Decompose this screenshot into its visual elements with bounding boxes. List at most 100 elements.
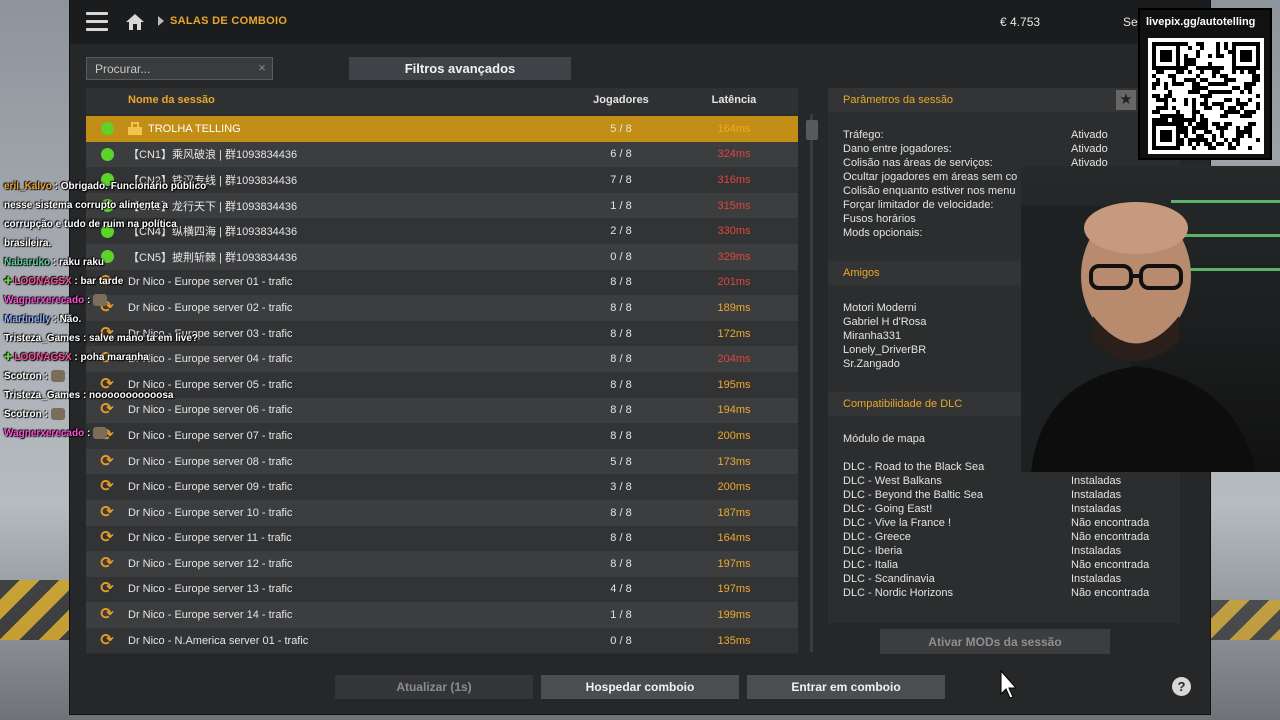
activate-mods-button[interactable]: Ativar MODs da sessão (880, 629, 1110, 654)
scrollbar-thumb[interactable] (806, 120, 818, 140)
table-row[interactable]: ⟳ Dr Nico - Europe server 14 - trafic 1 / … (86, 602, 798, 628)
chat-message: Wagnerxerecado : (4, 427, 108, 441)
dlc-status: Instaladas (1071, 475, 1122, 487)
latency-value: 201ms (717, 276, 751, 289)
table-row[interactable]: 【CN1】乘风破浪 | 群1093834436 6 / 8 324ms (86, 141, 798, 168)
player-count: 8 / 8 (610, 404, 632, 417)
host-convoy-button[interactable]: Hospedar comboio (541, 675, 739, 699)
table-row[interactable]: 【CN3】龙行天下 | 群1093834436 1 / 8 315ms (86, 192, 798, 219)
help-icon[interactable]: ? (1172, 677, 1191, 696)
session-name: Dr Nico - Europe server 12 - trafic (128, 557, 293, 570)
online-status-icon (100, 122, 114, 136)
chat-text: : (87, 428, 91, 439)
chat-text: : nooooooooooosa (82, 390, 174, 401)
advanced-filters-button[interactable]: Filtros avançados (349, 57, 571, 80)
chat-username: LOONAGSX (14, 352, 72, 363)
table-row[interactable]: TROLHA TELLING 5 / 8 164ms (86, 116, 798, 142)
session-params-header: Parâmetros da sessão ★ (828, 88, 1180, 112)
latency-value: 330ms (717, 225, 751, 238)
table-row[interactable]: 【CN4】纵横四海 | 群1093834436 2 / 8 330ms (86, 218, 798, 244)
clear-search-icon[interactable]: × (255, 61, 269, 75)
session-name: 【CN5】披荆斩棘 | 群1093834436 (128, 251, 298, 264)
chat-message: Martinelly : Não. (4, 313, 81, 327)
latency-value: 316ms (717, 173, 751, 186)
table-row[interactable]: ⟳Dr Nico - Europe server 07 - trafic8 / … (86, 423, 798, 449)
table-row[interactable]: ⟳ Dr Nico - Europe server 11 - trafic 8 / … (86, 525, 798, 552)
join-convoy-button[interactable]: Entrar em comboio (747, 675, 945, 699)
latency-value: 164ms (717, 532, 751, 545)
background-hazard-stripe (0, 580, 70, 640)
column-header-name[interactable]: Nome da sessão (128, 94, 215, 106)
chat-text: corrupção e tudo de ruim na política (4, 219, 177, 230)
player-count: 1 / 8 (610, 199, 632, 212)
menu-icon[interactable] (86, 12, 108, 32)
session-rows: TROLHA TELLING 5 / 8 164ms 【CN1】乘风破浪 | 群109… (86, 116, 798, 654)
param-label: Tráfego: (843, 129, 884, 141)
param-label: Ocultar jogadores em áreas sem co (843, 171, 1018, 183)
latency-value: 135ms (717, 634, 751, 647)
section-title: Amigos (843, 267, 880, 279)
scrollbar-track[interactable] (810, 114, 813, 652)
latency-value: 200ms (717, 429, 751, 442)
dlc-item: DLC - Going East! Instaladas (843, 503, 1121, 515)
friend-item: Sr.Zangado (843, 358, 900, 370)
dlc-item: DLC - Greece Não encontrada (843, 531, 1149, 543)
table-row[interactable]: ⟳ Dr Nico - Europe server 04 - trafic 8 / … (86, 346, 798, 372)
table-row[interactable]: ⟳ Dr Nico - Europe server 02 - trafic 8 / … (86, 295, 798, 321)
table-row[interactable]: ⟳ Dr Nico - Europe server 08 - trafic 5 / … (86, 448, 798, 475)
session-name: Dr Nico - Europe server 09 - trafic (128, 481, 293, 494)
param-label: Forçar limitador de velocidade: (843, 199, 994, 211)
param-value: Ativado (1071, 143, 1108, 155)
table-row[interactable]: ⟳ Dr Nico - Europe server 13 - trafic 4 / … (86, 576, 798, 603)
table-row[interactable]: ⟳ Dr Nico - Europe server 01 - trafic 8 / … (86, 269, 798, 296)
table-row[interactable]: ⟳ Dr Nico - N.America server 01 - trafic 0… (86, 627, 798, 654)
emote-icon (93, 294, 108, 307)
chat-text: : Obrigado. Funcionário público (54, 181, 207, 192)
session-param: Colisão enquanto estiver nos menu (843, 185, 1015, 197)
table-header: Nome da sessão Jogadores Latência (86, 88, 798, 114)
player-count: 0 / 8 (610, 250, 632, 263)
table-row[interactable]: 【CN5】披荆斩棘 | 群1093834436 0 / 8 329ms (86, 243, 798, 270)
column-header-latency[interactable]: Latência (686, 94, 782, 106)
dlc-status: Instaladas (1071, 573, 1122, 585)
session-name: Dr Nico - Europe server 04 - trafic (128, 353, 293, 366)
table-row[interactable]: ⟳ Dr Nico - Europe server 05 - trafic 8 / … (86, 371, 798, 398)
home-icon[interactable] (125, 12, 145, 32)
dlc-item: DLC - Italia Não encontrada (843, 559, 1149, 571)
favorite-star-icon[interactable]: ★ (1116, 90, 1136, 110)
refresh-button[interactable]: Atualizar (1s) (335, 675, 533, 699)
param-label: Fusos horários (843, 213, 916, 225)
table-row[interactable]: ⟳ Dr Nico - Europe server 12 - trafic 8 / … (86, 551, 798, 577)
dlc-status: Não encontrada (1071, 559, 1150, 571)
sync-status-icon: ⟳ (100, 554, 114, 572)
player-count: 0 / 8 (610, 634, 632, 647)
session-name: Dr Nico - Europe server 11 - trafic (128, 532, 292, 545)
dlc-item: DLC - Scandinavia Instaladas (843, 573, 1121, 585)
chat-message: nesse sistema corrupto alimenta a (4, 199, 168, 213)
dlc-name: DLC - Road to the Black Sea (843, 461, 985, 473)
table-row[interactable]: ⟳ Dr Nico - Europe server 09 - trafic 3 / … (86, 474, 798, 500)
table-row[interactable]: ⟳ Dr Nico - Europe server 06 - trafic 8 / … (86, 397, 798, 424)
column-header-players[interactable]: Jogadores (576, 94, 666, 106)
player-count: 8 / 8 (610, 276, 632, 289)
latency-value: 324ms (717, 148, 751, 161)
player-count: 7 / 8 (610, 173, 632, 186)
emote-icon (50, 370, 65, 383)
session-param: Tráfego: Ativado (843, 129, 1108, 141)
qr-label: livepix.gg/autotelling (1146, 16, 1256, 28)
dlc-item: DLC - Road to the Black Sea (843, 461, 984, 473)
player-count: 1 / 8 (610, 609, 632, 622)
background-hazard-stripe (1210, 600, 1280, 640)
latency-value: 329ms (717, 250, 751, 263)
player-count: 8 / 8 (610, 557, 632, 570)
session-name: Dr Nico - Europe server 01 - trafic (128, 276, 293, 289)
session-table: Nome da sessão Jogadores Latência TROLHA… (86, 88, 798, 654)
chat-message: Scotron : (4, 370, 65, 384)
chat-message: eril_Kalvo : Obrigado. Funcionário públi… (4, 180, 206, 194)
param-label: Colisão nas áreas de serviços: (843, 157, 993, 169)
player-count: 8 / 8 (610, 353, 632, 366)
table-row[interactable]: ⟳ Dr Nico - Europe server 10 - trafic 8 / … (86, 499, 798, 526)
chat-message: Tristeza_Games : nooooooooooosa (4, 389, 174, 403)
search-input[interactable] (86, 57, 273, 80)
player-count: 3 / 8 (610, 481, 632, 494)
